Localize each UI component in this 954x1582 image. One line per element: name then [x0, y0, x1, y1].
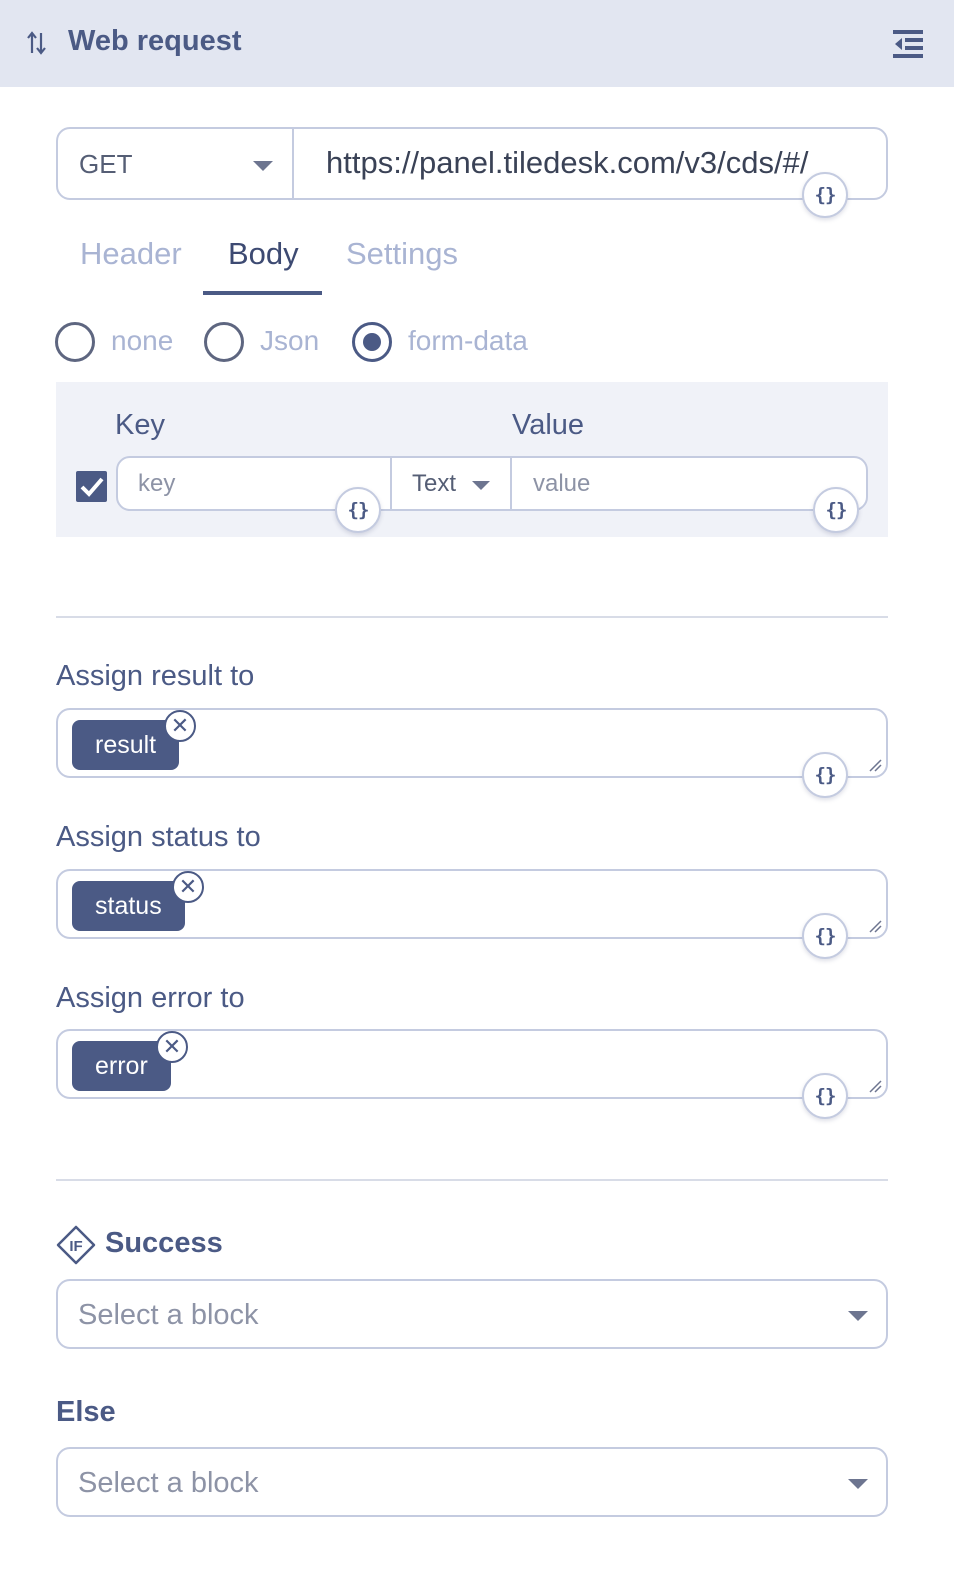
key-variable-button[interactable]: {} — [335, 487, 381, 533]
request-bar: GET https://panel.tiledesk.com/v3/cds/#/ — [56, 127, 888, 200]
url-input[interactable]: https://panel.tiledesk.com/v3/cds/#/ — [326, 145, 808, 181]
status-chip: status — [72, 881, 185, 931]
value-column-header: Value — [512, 409, 585, 441]
success-block-select[interactable]: Select a block — [56, 1279, 888, 1349]
error-variable-button[interactable]: {} — [802, 1073, 848, 1119]
close-icon: ✕ — [170, 713, 190, 738]
result-variable-button[interactable]: {} — [802, 752, 848, 798]
close-icon: ✕ — [178, 874, 198, 899]
tab-settings[interactable]: Settings — [346, 236, 458, 272]
tab-body[interactable]: Body — [228, 236, 299, 272]
radio-none[interactable] — [55, 322, 95, 362]
else-block-select[interactable]: Select a block — [56, 1447, 888, 1517]
remove-status-chip-button[interactable]: ✕ — [172, 871, 204, 903]
panel-title: Web request — [68, 25, 242, 57]
radio-json-label[interactable]: Json — [260, 325, 319, 357]
chevron-down-icon — [848, 1479, 868, 1489]
method-value: GET — [79, 149, 133, 179]
else-label: Else — [56, 1396, 116, 1428]
svg-text:IF: IF — [69, 1238, 82, 1255]
assign-error-label: Assign error to — [56, 982, 245, 1014]
success-select-placeholder: Select a block — [78, 1299, 259, 1331]
resize-handle-icon[interactable] — [868, 1079, 882, 1093]
if-condition-icon: IF — [56, 1225, 96, 1265]
chevron-down-icon — [472, 481, 490, 490]
curly-braces-icon: {} — [814, 1085, 837, 1107]
active-tab-indicator — [203, 291, 322, 295]
remove-error-chip-button[interactable]: ✕ — [156, 1031, 188, 1063]
status-variable-button[interactable]: {} — [802, 913, 848, 959]
remove-result-chip-button[interactable]: ✕ — [164, 710, 196, 742]
divider — [56, 616, 888, 618]
collapse-panel-icon[interactable] — [891, 27, 925, 61]
value-type-value: Text — [412, 470, 457, 497]
value-type-select[interactable]: Text — [392, 458, 512, 509]
panel-header: Web request — [0, 0, 954, 87]
result-chip: result — [72, 720, 180, 770]
radio-json[interactable] — [204, 322, 244, 362]
assign-result-label: Assign result to — [56, 660, 255, 692]
chevron-down-icon — [253, 161, 273, 171]
else-select-placeholder: Select a block — [78, 1467, 259, 1499]
value-variable-button[interactable]: {} — [813, 487, 859, 533]
resize-handle-icon[interactable] — [868, 758, 882, 772]
row-enabled-checkbox[interactable] — [76, 471, 107, 502]
curly-braces-icon: {} — [814, 184, 837, 206]
curly-braces-icon: {} — [814, 764, 837, 786]
form-data-row: key Text value — [116, 456, 868, 511]
key-placeholder: key — [138, 470, 176, 497]
radio-form-data[interactable] — [352, 322, 392, 362]
value-placeholder: value — [533, 470, 591, 497]
curly-braces-icon: {} — [814, 925, 837, 947]
radio-selected-dot — [363, 333, 381, 351]
arrows-up-down-icon — [27, 31, 46, 55]
key-column-header: Key — [115, 409, 165, 441]
resize-handle-icon[interactable] — [868, 919, 882, 933]
curly-braces-icon: {} — [825, 499, 848, 521]
tab-header[interactable]: Header — [80, 236, 182, 272]
url-variable-button[interactable]: {} — [802, 172, 848, 218]
check-icon — [80, 477, 104, 497]
chevron-down-icon — [848, 1311, 868, 1321]
assign-status-label: Assign status to — [56, 821, 261, 853]
radio-none-label[interactable]: none — [111, 325, 173, 357]
close-icon: ✕ — [162, 1034, 182, 1059]
divider — [56, 1179, 888, 1181]
curly-braces-icon: {} — [347, 499, 370, 521]
method-select[interactable]: GET — [58, 129, 294, 198]
success-label: Success — [105, 1227, 223, 1259]
radio-form-data-label[interactable]: form-data — [408, 325, 528, 357]
